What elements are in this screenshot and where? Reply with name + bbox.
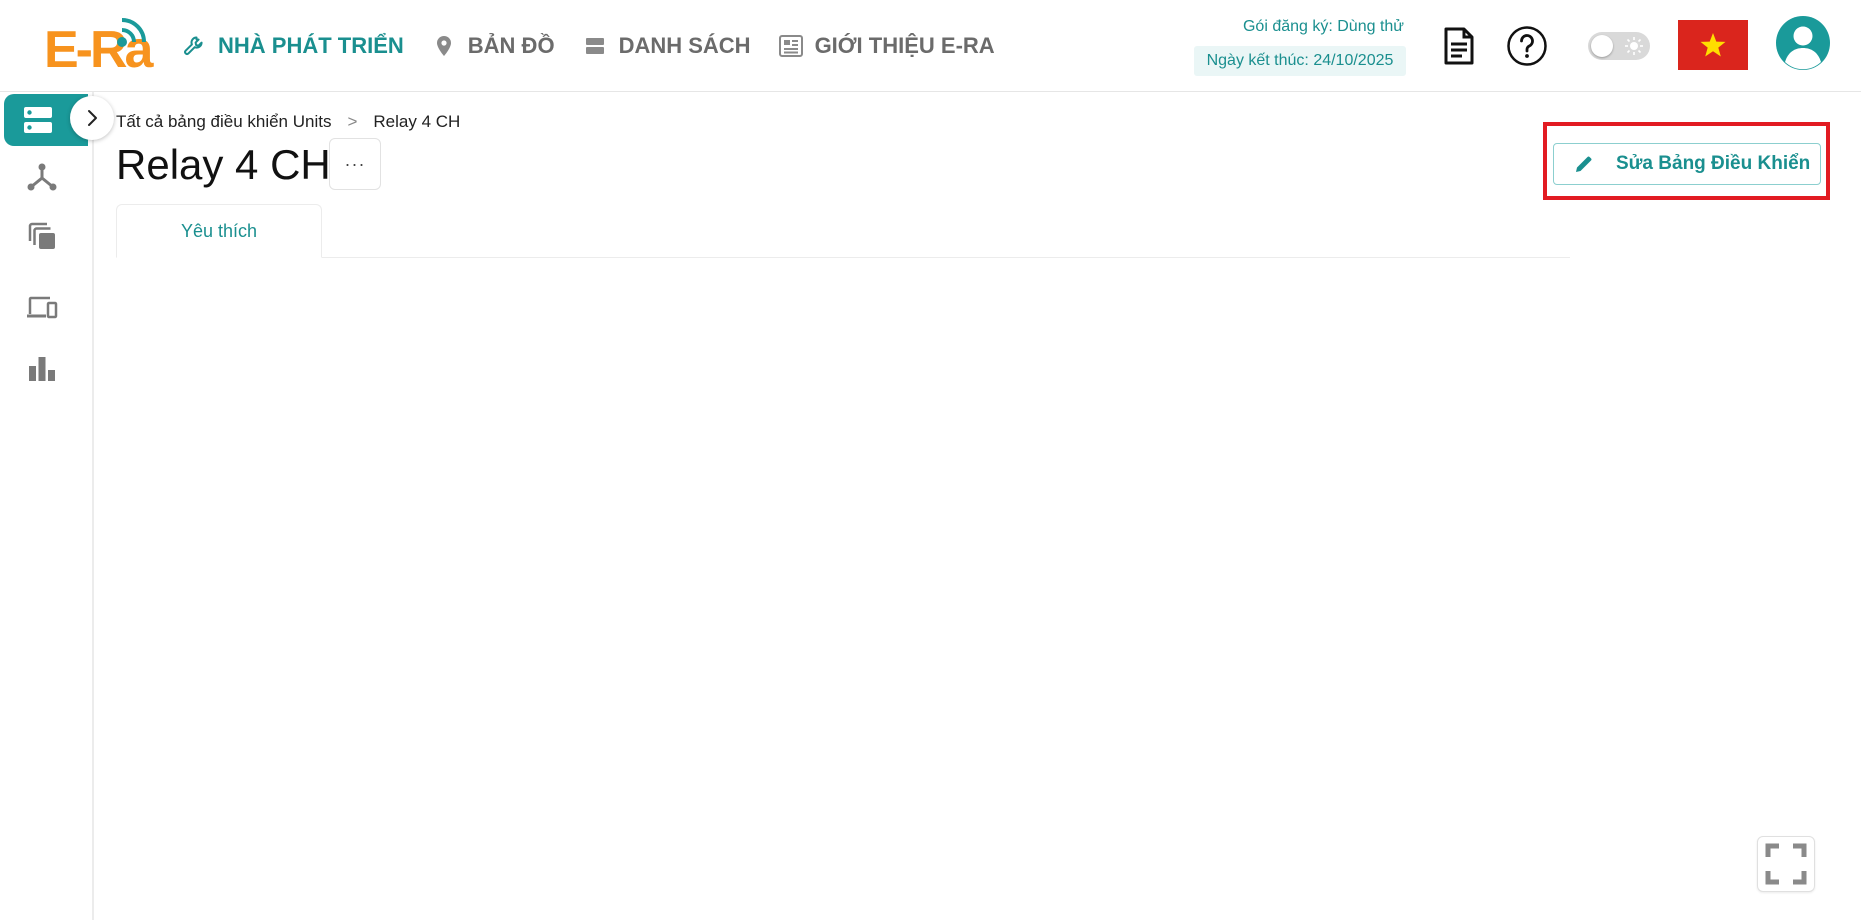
toggle-knob bbox=[1591, 35, 1613, 57]
breadcrumb: Tất cả bảng điều khiển Units > Relay 4 C… bbox=[116, 110, 460, 134]
sidebar-item-network[interactable] bbox=[22, 157, 62, 197]
edit-dashboard-button[interactable]: Sửa Bảng Điều Khiển bbox=[1553, 143, 1821, 185]
nav-item-label: GIỚI THIỆU E-RA bbox=[814, 33, 995, 58]
newspaper-icon bbox=[777, 32, 805, 60]
document-button[interactable] bbox=[1437, 24, 1481, 68]
more-options-button[interactable]: ··· bbox=[329, 138, 381, 190]
page-title: Relay 4 CH bbox=[116, 141, 331, 188]
edit-dashboard-label: Sửa Bảng Điều Khiển bbox=[1616, 153, 1811, 174]
wrench-icon bbox=[180, 32, 208, 60]
subscription-end-date: Ngày kết thúc: 24/10/2025 bbox=[1194, 46, 1406, 76]
dashboard-icon bbox=[24, 107, 52, 133]
map-pin-icon bbox=[430, 32, 458, 60]
sidebar-item-devices[interactable] bbox=[22, 288, 62, 328]
subscription-info: Gói đăng ký: Dùng thử Ngày kết thúc: 24/… bbox=[1194, 14, 1406, 76]
sidebar-expand-button[interactable] bbox=[70, 96, 114, 140]
network-icon bbox=[27, 163, 57, 191]
breadcrumb-separator: > bbox=[347, 112, 358, 131]
fullscreen-button[interactable] bbox=[1757, 836, 1815, 892]
era-logo[interactable]: E-Ra bbox=[44, 16, 162, 78]
copy-icon bbox=[28, 222, 55, 249]
fullscreen-icon bbox=[1765, 843, 1807, 885]
nav-item-label: DANH SÁCH bbox=[618, 33, 751, 58]
document-icon bbox=[1444, 27, 1474, 65]
nav-item-map[interactable]: BẢN ĐỒ bbox=[430, 26, 555, 66]
nav-item-about[interactable]: GIỚI THIỆU E-RA bbox=[777, 26, 995, 66]
top-header: E-Ra NHÀ PHÁT TRIỂN BẢN ĐỒ DANH SÁCH GIỚ… bbox=[0, 0, 1861, 92]
tab-favorites[interactable]: Yêu thích bbox=[116, 204, 322, 258]
nav-item-developer[interactable]: NHÀ PHÁT TRIỂN bbox=[180, 26, 404, 66]
chevron-right-icon bbox=[88, 110, 97, 126]
left-sidebar bbox=[0, 92, 114, 920]
sidebar-item-copy[interactable] bbox=[22, 216, 62, 256]
pencil-icon bbox=[1576, 156, 1592, 172]
bar-chart-icon bbox=[29, 357, 55, 381]
list-icon bbox=[581, 32, 609, 60]
user-avatar-icon bbox=[1785, 26, 1821, 70]
dashboard-tabs: Yêu thích bbox=[116, 204, 1570, 258]
subscription-plan: Gói đăng ký: Dùng thử bbox=[1242, 18, 1404, 35]
theme-toggle[interactable] bbox=[1588, 32, 1650, 60]
nav-item-label: BẢN ĐỒ bbox=[467, 33, 555, 58]
help-button[interactable] bbox=[1505, 24, 1549, 68]
breadcrumb-parent-link[interactable]: Tất cả bảng điều khiển Units bbox=[116, 112, 331, 132]
help-icon bbox=[1507, 26, 1547, 66]
sun-icon bbox=[1625, 37, 1643, 55]
language-flag-button[interactable] bbox=[1678, 20, 1748, 70]
user-avatar[interactable] bbox=[1776, 16, 1830, 70]
wifi-signal-icon bbox=[117, 18, 146, 47]
main-nav: NHÀ PHÁT TRIỂN BẢN ĐỒ DANH SÁCH GIỚI THI… bbox=[180, 26, 1021, 66]
nav-item-label: NHÀ PHÁT TRIỂN bbox=[218, 33, 404, 58]
breadcrumb-current: Relay 4 CH bbox=[373, 112, 461, 131]
nav-item-list[interactable]: DANH SÁCH bbox=[581, 26, 751, 66]
devices-icon bbox=[27, 296, 58, 319]
vietnam-flag-star-icon bbox=[1700, 33, 1726, 57]
sidebar-item-statistics[interactable] bbox=[22, 348, 62, 388]
